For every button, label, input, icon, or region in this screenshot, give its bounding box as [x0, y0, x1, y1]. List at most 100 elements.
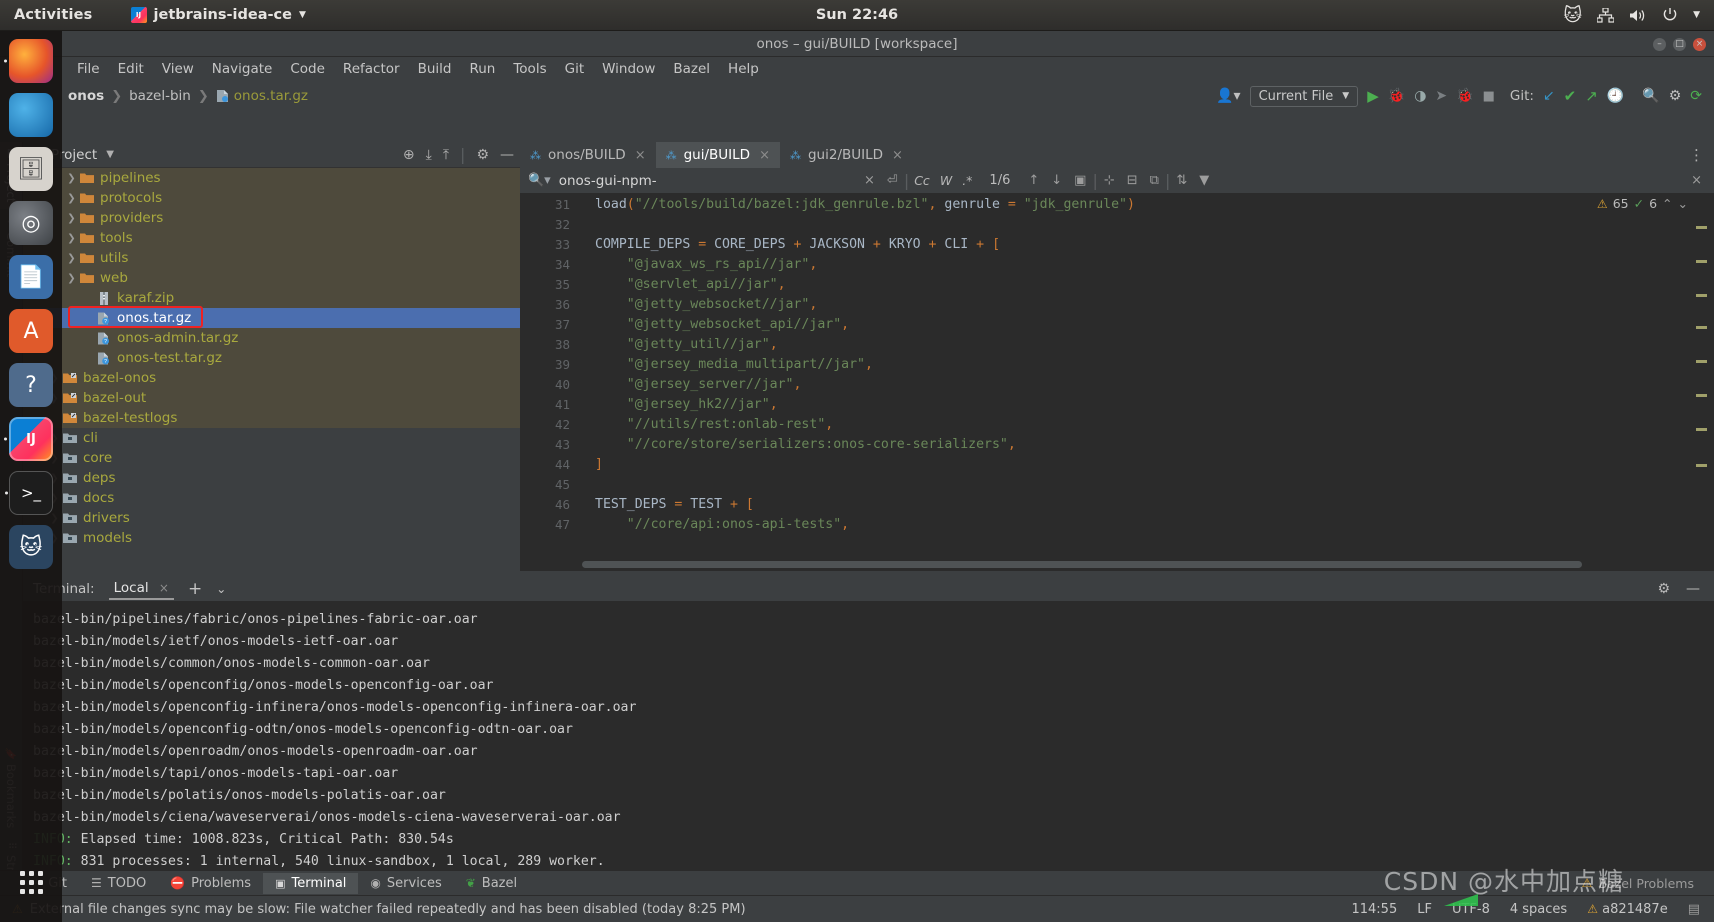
filter-icon[interactable]: ▼: [1193, 173, 1215, 188]
add-filter-icon[interactable]: ⊹: [1098, 173, 1121, 188]
files-icon[interactable]: 🗄: [9, 147, 53, 191]
indent-setting[interactable]: 4 spaces: [1510, 902, 1567, 917]
ubuntu-software-icon[interactable]: A: [9, 309, 53, 353]
minimize-button[interactable]: –: [1653, 37, 1666, 51]
error-stripe-marker[interactable]: [1696, 294, 1707, 297]
code-line[interactable]: 38 "@jetty_util//jar",: [520, 334, 1714, 354]
chevron-down-icon[interactable]: ▼: [106, 149, 114, 160]
code-line[interactable]: 34 "@javax_ws_rs_api//jar",: [520, 254, 1714, 274]
network-icon[interactable]: [1597, 7, 1615, 23]
menu-view[interactable]: View: [153, 59, 203, 79]
show-applications-button[interactable]: [9, 860, 53, 904]
chevron-right-icon[interactable]: ❯: [65, 233, 78, 244]
tree-node-bazel-onos[interactable]: ❯bazel-onos: [23, 368, 520, 388]
profile-icon[interactable]: ➤: [1435, 88, 1447, 104]
menu-refactor[interactable]: Refactor: [334, 59, 409, 79]
tree-node-cli[interactable]: ❯cli: [23, 428, 520, 448]
tree-node-providers[interactable]: ❯ providers: [23, 208, 520, 228]
tree-node-tools[interactable]: ❯ tools: [23, 228, 520, 248]
code-line[interactable]: 32: [520, 214, 1714, 234]
tree-node-deps[interactable]: ❯deps: [23, 468, 520, 488]
select-all-occurrences-icon[interactable]: ▣: [1068, 173, 1092, 188]
tab-gui2-build[interactable]: ⁂ gui2/BUILD ×: [780, 142, 913, 168]
debug-icon[interactable]: 🐞: [1388, 88, 1405, 104]
tree-node-onos-admin-tar-gz[interactable]: ? onos-admin.tar.gz: [23, 328, 520, 348]
regex-toggle[interactable]: .*: [957, 173, 977, 188]
github-desktop-icon[interactable]: 🐱: [9, 525, 53, 569]
error-stripe-marker[interactable]: [1696, 326, 1707, 329]
code-line[interactable]: 42 "//utils/rest:onlab-rest",: [520, 414, 1714, 434]
git-commit-icon[interactable]: ✔: [1564, 87, 1577, 105]
code-line[interactable]: 44]: [520, 454, 1714, 474]
code-line[interactable]: 35 "@servlet_api//jar",: [520, 274, 1714, 294]
code-line[interactable]: 37 "@jetty_websocket_api//jar",: [520, 314, 1714, 334]
activities-button[interactable]: Activities: [14, 7, 93, 23]
menu-git[interactable]: Git: [556, 59, 594, 79]
chevron-right-icon[interactable]: ❯: [65, 173, 78, 184]
close-button[interactable]: ×: [1693, 37, 1706, 51]
code-line[interactable]: 39 "@jersey_media_multipart//jar",: [520, 354, 1714, 374]
run-with-coverage-icon[interactable]: ◑: [1414, 88, 1426, 104]
tool-button-bazel[interactable]: ❦ Bazel: [454, 873, 529, 894]
tool-button-problems[interactable]: ⛔ Problems: [158, 873, 263, 894]
menu-bazel[interactable]: Bazel: [664, 59, 719, 79]
find-history-icon[interactable]: ⏎: [881, 173, 904, 188]
tree-node-bazel-testlogs[interactable]: bazel-testlogs: [23, 408, 520, 428]
menu-build[interactable]: Build: [409, 59, 461, 79]
menu-run[interactable]: Run: [460, 59, 504, 79]
terminal-session-tab[interactable]: Local ×: [108, 578, 174, 600]
bazel-sync-icon[interactable]: ⟳: [1690, 88, 1702, 104]
menu-tools[interactable]: Tools: [504, 59, 555, 79]
run-button[interactable]: ▶: [1367, 87, 1379, 105]
run-configuration-selector[interactable]: Current File ▼: [1249, 85, 1359, 107]
code-line[interactable]: 43 "//core/store/serializers:onos-core-s…: [520, 434, 1714, 454]
tree-node-web[interactable]: ❯ web: [23, 268, 520, 288]
app-menu-button[interactable]: jetbrains-idea-ce ▼: [130, 7, 306, 23]
sort-icon[interactable]: ⇅: [1170, 173, 1193, 188]
close-find-icon[interactable]: ×: [1685, 173, 1708, 188]
find-next-icon[interactable]: ↓: [1045, 173, 1068, 188]
code-line[interactable]: 47 "//core/api:onos-api-tests",: [520, 514, 1714, 534]
editor-horizontal-scrollbar[interactable]: [582, 561, 1582, 568]
menu-help[interactable]: Help: [719, 59, 768, 79]
error-stripe-marker[interactable]: [1696, 464, 1707, 467]
project-tree[interactable]: ❯ pipelines ❯ protocols ❯ providers ❯ tools ❯ uti…: [23, 168, 520, 571]
tree-node-protocols[interactable]: ❯ protocols: [23, 188, 520, 208]
error-stripe-marker[interactable]: [1696, 360, 1707, 363]
power-icon[interactable]: [1662, 7, 1678, 23]
chevron-right-icon[interactable]: ❯: [65, 253, 78, 264]
tree-node-drivers[interactable]: ❯drivers: [23, 508, 520, 528]
breadcrumb-file[interactable]: onos.tar.gz: [234, 88, 308, 104]
previous-problem-icon[interactable]: ⌃: [1662, 196, 1672, 211]
rhythmbox-icon[interactable]: ◎: [9, 201, 53, 245]
settings-gear-icon[interactable]: ⚙: [1657, 581, 1670, 597]
git-push-icon[interactable]: ↗: [1585, 87, 1598, 105]
find-previous-icon[interactable]: ↑: [1022, 173, 1045, 188]
tree-node-onos-test-tar-gz[interactable]: ? onos-test.tar.gz: [23, 348, 520, 368]
libreoffice-writer-icon[interactable]: 📄: [9, 255, 53, 299]
tool-button-todo[interactable]: ☰ TODO: [79, 873, 158, 894]
collapse-all-icon[interactable]: ⤒: [443, 147, 449, 163]
menu-navigate[interactable]: Navigate: [203, 59, 282, 79]
caret-position[interactable]: 114:55: [1351, 902, 1397, 917]
terminal-icon[interactable]: >_: [5, 471, 53, 515]
menu-window[interactable]: Window: [593, 59, 664, 79]
error-stripe-marker[interactable]: [1696, 394, 1707, 397]
close-icon[interactable]: ×: [635, 148, 646, 163]
code-line[interactable]: 40 "@jersey_server//jar",: [520, 374, 1714, 394]
close-icon[interactable]: ×: [759, 148, 770, 163]
menu-code[interactable]: Code: [281, 59, 334, 79]
scroll-from-source-icon[interactable]: ⊕: [403, 147, 415, 163]
volume-icon[interactable]: [1629, 8, 1647, 23]
git-history-icon[interactable]: 🕘: [1607, 88, 1624, 104]
tree-node-docs[interactable]: ❯docs: [23, 488, 520, 508]
settings-gear-icon[interactable]: ⚙: [476, 147, 489, 163]
menu-edit[interactable]: Edit: [109, 59, 153, 79]
settings-gear-icon[interactable]: ⚙: [1669, 88, 1682, 104]
hide-pane-icon[interactable]: —: [500, 147, 514, 163]
error-stripe-marker[interactable]: [1696, 260, 1707, 263]
new-terminal-session-button[interactable]: +: [188, 579, 202, 599]
tree-node-core[interactable]: ❯core: [23, 448, 520, 468]
code-editor[interactable]: 31 load("//tools/build/bazel:jdk_genrule.…: [520, 194, 1714, 554]
tab-onos-build[interactable]: ⁂ onos/BUILD ×: [520, 142, 656, 168]
